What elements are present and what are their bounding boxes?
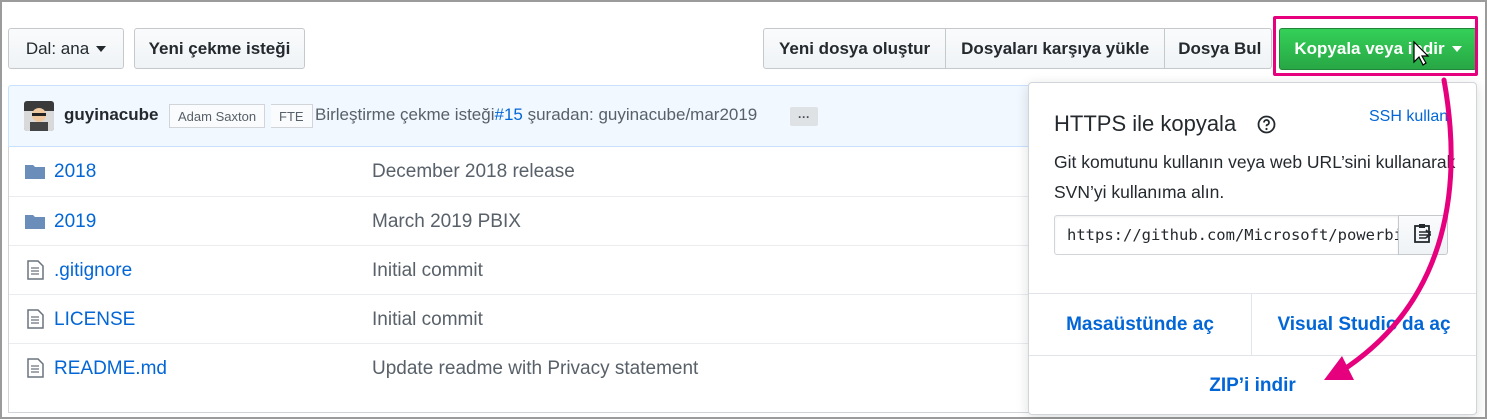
commit-message[interactable]: Birleştirme çekme isteği#15 şuradan: guy…	[315, 105, 757, 125]
file-actions-group: Yeni dosya oluştur Dosyaları karşıya yük…	[763, 28, 1273, 69]
pull-request-link[interactable]: #15	[495, 105, 523, 124]
clipboard-icon	[1413, 222, 1433, 249]
download-zip-button[interactable]: ZIP’i indir	[1029, 355, 1476, 415]
copy-to-clipboard-button[interactable]	[1398, 215, 1448, 255]
folder-icon	[24, 210, 46, 232]
chevron-down-icon	[96, 45, 107, 52]
clone-url-input[interactable]: https://github.com/Microsoft/powerbi-des…	[1054, 215, 1399, 255]
commit-author-link[interactable]: guyinacube	[64, 105, 158, 125]
file-name-link[interactable]: 2019	[54, 211, 96, 233]
commit-message-cell[interactable]: Initial commit	[372, 309, 483, 331]
file-name-link[interactable]: README.md	[54, 358, 167, 380]
create-new-file-label: Yeni dosya oluştur	[779, 38, 931, 58]
annotation-highlight-box	[1273, 16, 1478, 76]
commit-message-cell[interactable]: Update readme with Privacy statement	[372, 358, 698, 380]
help-icon[interactable]	[1257, 115, 1276, 134]
use-ssh-link[interactable]: SSH kullan	[1369, 108, 1448, 126]
file-icon	[24, 259, 46, 281]
clone-dropdown-panel: HTTPS ile kopyala SSH kullan Git komutun…	[1028, 82, 1477, 415]
upload-files-label: Dosyaları karşıya yükle	[961, 38, 1150, 58]
commit-message-prefix: Birleştirme çekme isteği	[315, 105, 495, 124]
file-icon	[24, 308, 46, 330]
commit-message-cell[interactable]: March 2019 PBIX	[372, 211, 521, 233]
create-new-file-button[interactable]: Yeni dosya oluştur	[763, 28, 947, 69]
open-in-desktop-button[interactable]: Masaüstünde aç	[1029, 294, 1252, 356]
open-actions-row: Masaüstünde aç Visual Studio'da aç	[1029, 293, 1476, 356]
open-in-visual-studio-button[interactable]: Visual Studio'da aç	[1252, 294, 1476, 356]
branch-select-button[interactable]: Dal: ana	[8, 28, 124, 69]
folder-icon	[24, 160, 46, 182]
find-file-label: Dosya Bul	[1178, 38, 1262, 58]
file-icon	[24, 357, 46, 379]
new-pull-request-label: Yeni çekme isteği	[148, 38, 291, 58]
find-file-button[interactable]: Dosya Bul	[1165, 28, 1273, 69]
clone-dropdown-title: HTTPS ile kopyala	[1054, 111, 1237, 136]
upload-files-button[interactable]: Dosyaları karşıya yükle	[946, 28, 1166, 69]
coauthor-tag: Adam Saxton	[169, 104, 266, 128]
clone-description: Git komutunu kullanın veya web URL’sini …	[1054, 152, 1456, 202]
branch-label: Dal: ana	[25, 38, 90, 58]
expand-commit-button[interactable]: ···	[790, 107, 818, 126]
avatar[interactable]	[24, 101, 54, 131]
commit-message-cell[interactable]: Initial commit	[372, 260, 483, 282]
fte-tag: FTE	[271, 104, 313, 128]
file-name-link[interactable]: .gitignore	[54, 260, 132, 282]
commit-message-cell[interactable]: December 2018 release	[372, 161, 575, 183]
file-name-link[interactable]: 2018	[54, 161, 96, 183]
file-name-link[interactable]: LICENSE	[54, 309, 135, 331]
commit-message-suffix: şuradan: guyinacube/mar2019	[522, 105, 758, 124]
new-pull-request-button[interactable]: Yeni çekme isteği	[134, 28, 305, 69]
